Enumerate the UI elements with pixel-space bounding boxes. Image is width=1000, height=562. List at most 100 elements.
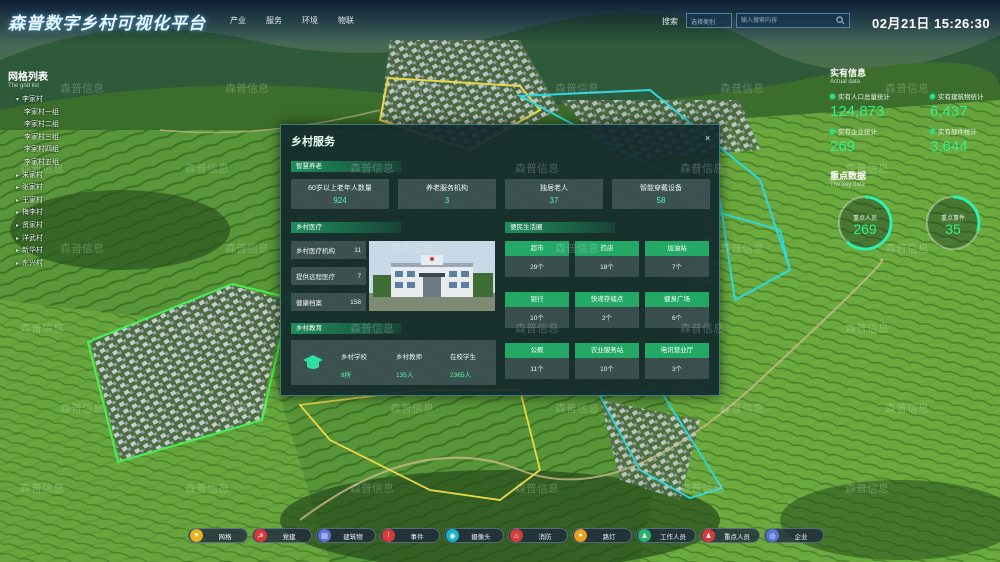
search-icon[interactable]	[836, 16, 845, 25]
staff-icon: ♟	[638, 529, 651, 542]
key-data-rings: 重点人员 269 重点事件 35	[830, 194, 995, 252]
stat-label: 实有人口总量统计	[838, 94, 890, 101]
service-tile[interactable]: 农业服务站 10个	[575, 343, 639, 379]
edu-value: 135人	[396, 372, 414, 379]
grid-tree-label: 洋武村	[22, 234, 43, 242]
tile-value: 10个	[530, 315, 544, 322]
stat-label: 实有企业统计	[838, 129, 877, 136]
tile-value: 11个	[530, 366, 544, 373]
medical-row[interactable]: 提供远程医疗 7	[291, 267, 366, 285]
nav-item-service[interactable]: 服务	[266, 15, 282, 26]
toolbar-button[interactable]: ♨ 消防	[508, 528, 568, 543]
medical-row[interactable]: 乡村医疗机构 11	[291, 241, 366, 259]
toolbar-button[interactable]: ♥ 网格	[188, 528, 248, 543]
status-dot-icon	[930, 128, 935, 134]
tile-value: 3个	[671, 366, 683, 373]
key-data-title: 重点数据	[830, 171, 867, 181]
toolbar-button[interactable]: ☭ 党建	[252, 528, 312, 543]
card-value: 58	[656, 196, 666, 205]
grid-tree-item[interactable]: ▾ 李家村	[8, 94, 98, 107]
service-tile[interactable]: 电讯营业厅 3个	[645, 343, 709, 379]
tile-label: 加油站	[645, 241, 709, 256]
grid-tree-label: 梅李村	[22, 209, 43, 217]
close-icon[interactable]: ×	[705, 133, 710, 143]
grid-tree-item[interactable]: 李家村四组	[8, 144, 98, 157]
search-input[interactable]	[736, 13, 850, 28]
service-tile[interactable]: 药店 18个	[575, 241, 639, 277]
grid-tree-item[interactable]: ▸ 贤家村	[8, 220, 98, 233]
grid-tree-item[interactable]: ▸ 朱家村	[8, 170, 98, 183]
toolbar-label: 工作人员	[660, 533, 686, 541]
card-label: 养老服务机构	[426, 185, 468, 192]
nav-item-environment[interactable]: 环境	[302, 15, 318, 26]
grid-tree-item[interactable]: 李家村一组	[8, 107, 98, 120]
toolbar-button[interactable]: ◎ 企业	[764, 528, 824, 543]
building-icon: ▤	[318, 529, 331, 542]
main-nav: 产业 服务 环境 物联	[230, 15, 354, 26]
ring-value: 269	[853, 221, 877, 237]
ring-key-events[interactable]: 重点事件 35	[924, 194, 982, 252]
elderly-card[interactable]: 独居老人 37	[505, 179, 603, 209]
toolbar-button[interactable]: ♟ 重点人员	[700, 528, 760, 543]
toolbar-button[interactable]: ● 路灯	[572, 528, 632, 543]
stat-label: 实有建筑物统计	[938, 94, 984, 101]
grid-tree-label: 李家村四组	[24, 146, 59, 154]
camera-icon: ◉	[446, 529, 459, 542]
tile-value: 18个	[600, 264, 614, 271]
edu-label: 乡村教师	[396, 354, 422, 361]
service-tile[interactable]: 银行 10个	[505, 292, 569, 328]
stat-value: 124,873	[830, 103, 885, 120]
key-person-icon: ♟	[702, 529, 715, 542]
service-tile[interactable]: 健身广场 6个	[645, 292, 709, 328]
tile-label: 健身广场	[645, 292, 709, 307]
tile-label: 快递存储点	[575, 292, 639, 307]
toolbar-button[interactable]: ! 事件	[380, 528, 440, 543]
ring-value: 35	[945, 221, 961, 237]
education-stats[interactable]: 乡村学校 8所 乡村教师 135人 在校学生 2365人	[291, 340, 496, 385]
row-value: 11	[354, 246, 361, 254]
nav-item-industry[interactable]: 产业	[230, 15, 246, 26]
grid-tree-label: 李家村五组	[24, 158, 59, 166]
tile-label: 公厕	[505, 343, 569, 358]
toolbar-label: 重点人员	[724, 533, 750, 541]
grid-tree-label: 张家村	[22, 184, 43, 192]
status-dot-icon	[830, 93, 835, 99]
service-tile[interactable]: 公厕 11个	[505, 343, 569, 379]
elderly-card[interactable]: 智能穿戴设备 58	[612, 179, 710, 209]
grid-tree-item[interactable]: ▸ 洋武村	[8, 233, 98, 246]
party-icon: ☭	[254, 529, 267, 542]
grid-tree: ▾ 李家村 李家村一组 李家村二组 李家村三组 李家村四组李家村五组 ▸ 朱家村 ▸ 张家村 ▸ 王家…	[8, 94, 98, 270]
stat-enterprises: 实有企业统计 269	[830, 126, 930, 155]
elderly-card[interactable]: 养老服务机构 3	[398, 179, 496, 209]
actual-info-subtitle: Actual data	[830, 79, 861, 85]
grid-tree-item[interactable]: 李家村五组	[8, 157, 98, 170]
search-category-select[interactable]: 选择类别	[686, 13, 732, 28]
grid-tree-item[interactable]: ▸ 新华村	[8, 245, 98, 258]
service-tile[interactable]: 快递存储点 2个	[575, 292, 639, 328]
ring-key-persons[interactable]: 重点人员 269	[836, 194, 894, 252]
top-header: 森普数字乡村可视化平台 产业 服务 环境 物联 搜索 选择类别 02月21日 1…	[0, 0, 1000, 44]
toolbar-button[interactable]: ♟ 工作人员	[636, 528, 696, 543]
status-dot-icon	[830, 128, 835, 134]
toolbar-label: 建筑物	[343, 533, 363, 541]
toolbar-button[interactable]: ▤ 建筑物	[316, 528, 376, 543]
layer-toolbar: ♥ 网格 ☭ 党建 ▤ 建筑物 ! 事件 ◉ 摄像头 ♨ 消防 ● 路灯 ♟ 工作人员 ♟ 重点人员 ◎ 企业	[188, 528, 824, 543]
toolbar-button[interactable]: ◉ 摄像头	[444, 528, 504, 543]
grid-tree-item[interactable]: ▸ 王家村	[8, 195, 98, 208]
nav-item-iot[interactable]: 物联	[338, 15, 354, 26]
grid-tree-item[interactable]: ▸ 东兴村	[8, 258, 98, 271]
toolbar-label: 企业	[794, 533, 808, 541]
grid-tree-item[interactable]: ▸ 张家村	[8, 182, 98, 195]
grid-tree-item[interactable]: 李家村三组	[8, 132, 98, 145]
row-value: 158	[350, 298, 361, 306]
graduation-cap-icon	[303, 355, 323, 369]
search-label: 搜索	[662, 17, 678, 26]
service-tile[interactable]: 超市 29个	[505, 241, 569, 277]
grid-tree-item[interactable]: 李家村二组	[8, 119, 98, 132]
grid-tree-item[interactable]: ▸ 梅李村	[8, 207, 98, 220]
grid-tree-label: 王家村	[22, 196, 43, 204]
elderly-card[interactable]: 60岁以上老年人数量 924	[291, 179, 389, 209]
service-tile[interactable]: 加油站 7个	[645, 241, 709, 277]
medical-row[interactable]: 健康档案 158	[291, 293, 366, 311]
stat-value: 6,437	[930, 103, 968, 120]
